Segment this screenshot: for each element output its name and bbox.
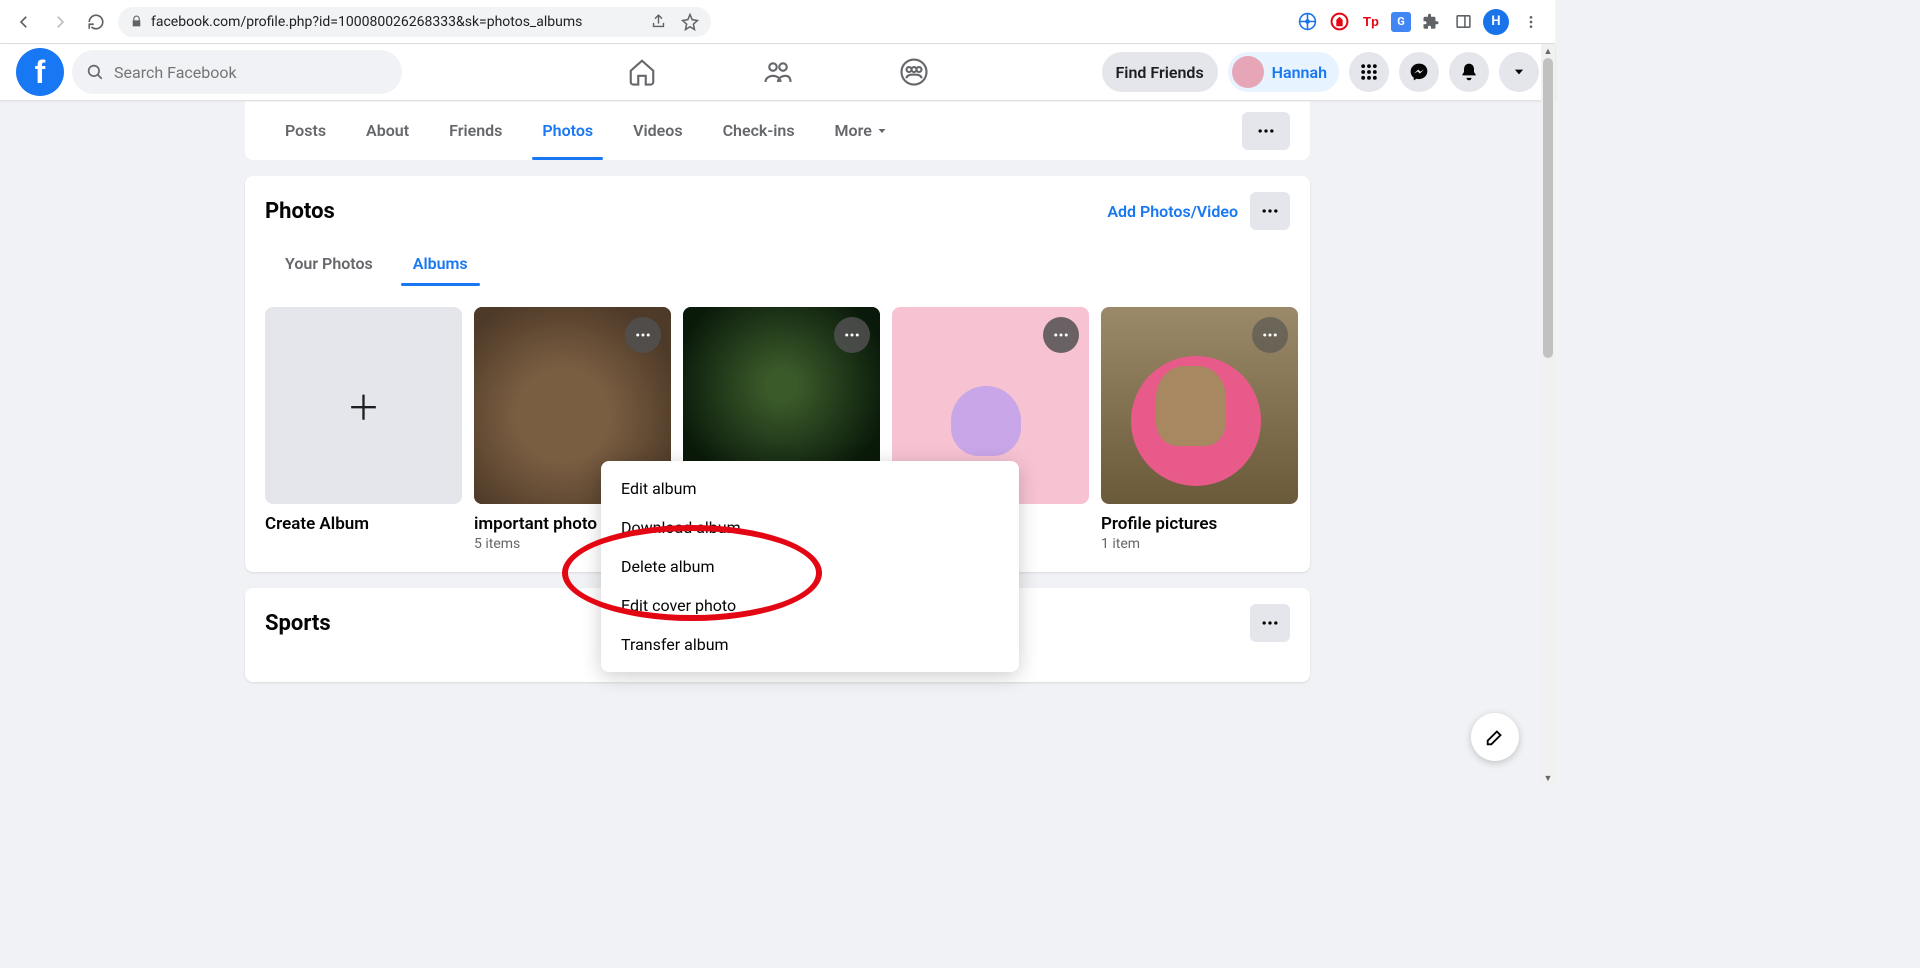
scroll-up-arrow[interactable]: ▲ [1541, 44, 1555, 58]
forward-button[interactable] [46, 8, 74, 36]
share-icon[interactable] [650, 13, 667, 30]
scroll-down-arrow[interactable]: ▼ [1541, 771, 1555, 785]
reload-button[interactable] [82, 8, 110, 36]
address-bar[interactable]: facebook.com/profile.php?id=100080026268… [118, 7, 711, 37]
profile-name: Hannah [1272, 63, 1327, 82]
home-icon[interactable] [624, 54, 660, 90]
avatar-icon [1232, 56, 1264, 88]
search-bar[interactable] [72, 50, 402, 94]
subtab-albums[interactable]: Albums [393, 242, 488, 285]
groups-icon[interactable] [896, 54, 932, 90]
extension-icon-tp[interactable]: Tp [1359, 10, 1383, 34]
friends-icon[interactable] [760, 54, 796, 90]
photos-more-button[interactable] [1250, 192, 1290, 230]
menu-download-album[interactable]: Download album [609, 508, 1011, 547]
star-icon[interactable] [681, 13, 699, 31]
lock-icon [130, 15, 143, 28]
facebook-header: f Find Friends Hannah [0, 44, 1555, 100]
album-context-menu: Edit album Download album Delete album E… [601, 461, 1019, 672]
url-text: facebook.com/profile.php?id=100080026268… [151, 14, 582, 30]
photos-title: Photos [265, 199, 335, 224]
search-icon [86, 63, 104, 81]
account-dropdown-button[interactable] [1499, 52, 1539, 92]
menu-transfer-album[interactable]: Transfer album [609, 625, 1011, 664]
extension-icon-2[interactable] [1327, 10, 1351, 34]
album-tile[interactable]: Profile pictures 1 item [1101, 307, 1298, 552]
tab-more[interactable]: More [815, 101, 908, 160]
album-options-button[interactable] [834, 317, 870, 353]
menu-edit-album[interactable]: Edit album [609, 469, 1011, 508]
facebook-logo[interactable]: f [16, 48, 64, 96]
extension-icon-translate[interactable]: G [1391, 12, 1411, 32]
plus-icon: ＋ [347, 381, 381, 430]
profile-more-button[interactable] [1242, 112, 1290, 150]
tab-posts[interactable]: Posts [265, 101, 346, 160]
tab-friends[interactable]: Friends [429, 101, 522, 160]
scrollbar-thumb[interactable] [1543, 58, 1553, 358]
tab-checkins[interactable]: Check-ins [703, 101, 815, 160]
tab-photos[interactable]: Photos [522, 101, 613, 160]
menu-edit-cover-photo[interactable]: Edit cover photo [609, 586, 1011, 625]
panel-icon[interactable] [1451, 10, 1475, 34]
sports-more-button[interactable] [1250, 604, 1290, 642]
sports-title: Sports [265, 611, 331, 636]
profile-avatar-browser[interactable]: H [1483, 9, 1509, 35]
find-friends-button[interactable]: Find Friends [1102, 52, 1218, 92]
compose-button[interactable] [1471, 713, 1519, 761]
menu-delete-album[interactable]: Delete album [609, 547, 1011, 586]
extension-icon-1[interactable] [1295, 10, 1319, 34]
album-title: Profile pictures [1101, 514, 1298, 534]
album-options-button[interactable] [1252, 317, 1288, 353]
tab-about[interactable]: About [346, 101, 429, 160]
profile-nav: Posts About Friends Photos Videos Check-… [245, 100, 1310, 160]
album-options-button[interactable] [625, 317, 661, 353]
album-options-button[interactable] [1043, 317, 1079, 353]
notifications-button[interactable] [1449, 52, 1489, 92]
create-album-tile[interactable]: ＋ Create Album [265, 307, 462, 552]
subtab-your-photos[interactable]: Your Photos [265, 242, 393, 285]
menu-grid-button[interactable] [1349, 52, 1389, 92]
profile-chip[interactable]: Hannah [1228, 52, 1339, 92]
extensions-puzzle-icon[interactable] [1419, 10, 1443, 34]
vertical-scrollbar[interactable]: ▲ ▼ [1541, 44, 1555, 785]
browser-toolbar: facebook.com/profile.php?id=100080026268… [0, 0, 1555, 44]
add-photos-link[interactable]: Add Photos/Video [1107, 202, 1238, 221]
create-album-label: Create Album [265, 514, 462, 534]
browser-menu-icon[interactable] [1517, 8, 1545, 36]
back-button[interactable] [10, 8, 38, 36]
album-count: 1 item [1101, 536, 1298, 552]
tab-videos[interactable]: Videos [613, 101, 702, 160]
messenger-button[interactable] [1399, 52, 1439, 92]
search-input[interactable] [114, 63, 388, 82]
